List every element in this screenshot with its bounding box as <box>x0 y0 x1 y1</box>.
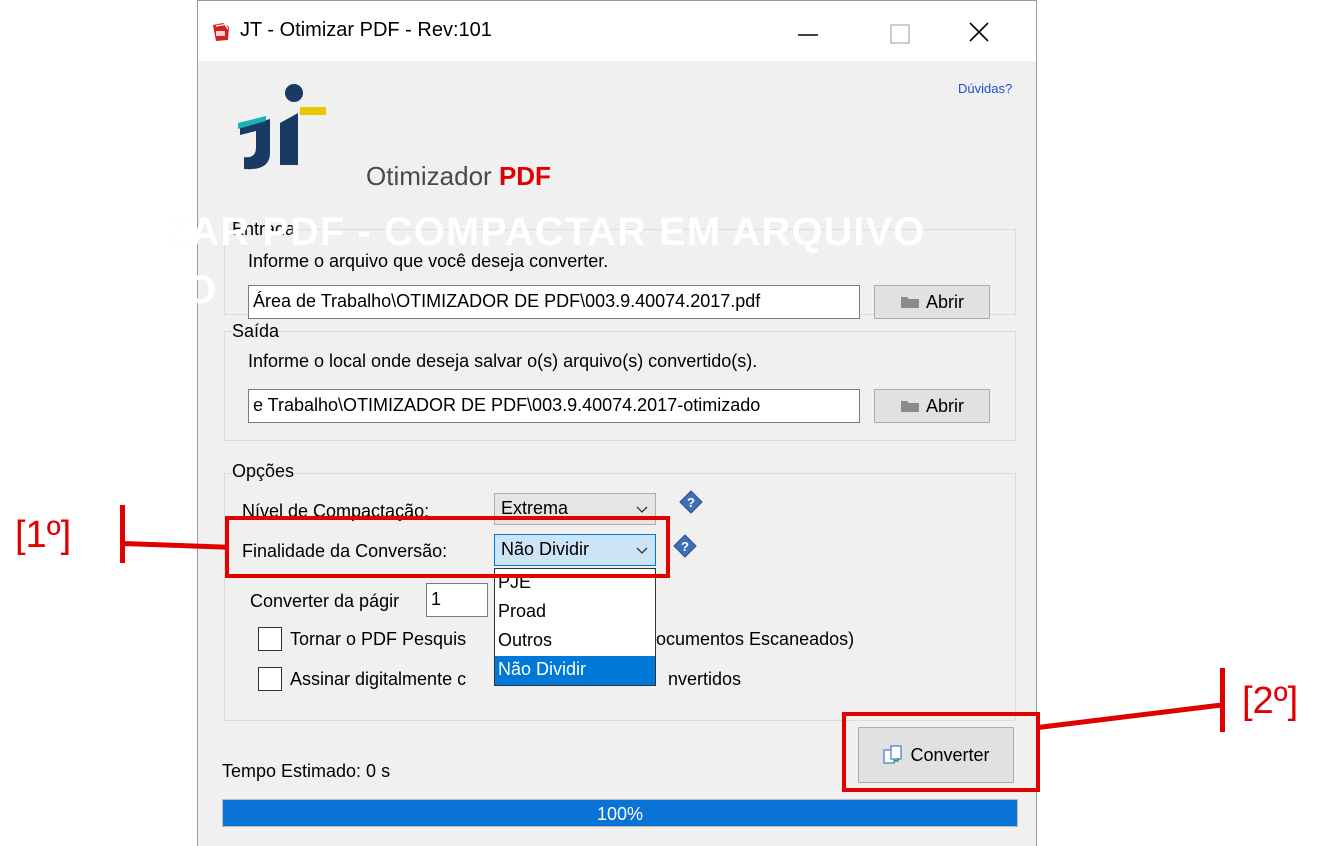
entrada-path-input[interactable]: Área de Trabalho\OTIMIZADOR DE PDF\003.9… <box>248 285 860 319</box>
annotation-box-step2 <box>842 712 1040 792</box>
progress-bar: 100% <box>222 799 1018 827</box>
assinar-checkbox[interactable] <box>258 667 282 691</box>
close-icon <box>969 22 989 42</box>
minimize-button[interactable] <box>782 9 834 53</box>
close-button[interactable] <box>952 9 1004 53</box>
pesquisavel-checkbox[interactable] <box>258 627 282 651</box>
brand-title: Otimizador PDF <box>366 161 551 191</box>
chevron-down-icon <box>636 506 648 513</box>
saida-open-button[interactable]: Abrir <box>874 389 990 423</box>
entrada-open-button[interactable]: Abrir <box>874 285 990 319</box>
dropdown-option-outros[interactable]: Outros <box>495 627 655 656</box>
pesquisavel-label-rest: ocumentos Escaneados) <box>656 629 855 649</box>
maximize-button[interactable] <box>874 9 926 53</box>
svg-text:?: ? <box>687 495 695 510</box>
annotation-tick-step1 <box>120 505 125 563</box>
folder-icon <box>900 401 919 412</box>
help-link[interactable]: Dúvidas? <box>958 81 1012 96</box>
overlay-heading-line2: O <box>185 268 217 312</box>
jt-logo <box>238 84 326 170</box>
overlay-heading: ZAR PDF - COMPACTAR EM ARQUIVO <box>165 210 926 254</box>
annotation-label-step1: [1º] <box>15 514 72 556</box>
dropdown-option-proad[interactable]: Proad <box>495 598 655 627</box>
help-icon[interactable]: ? <box>678 489 704 515</box>
annotation-tick-step2 <box>1220 668 1225 732</box>
window-title: JT - Otimizar PDF - Rev:101 <box>240 19 492 41</box>
estimated-time-label: Tempo Estimado: 0 s <box>222 761 391 781</box>
saida-legend: Saída <box>232 321 280 342</box>
assinar-label-rest: nvertidos <box>668 669 742 689</box>
annotation-label-step2: [2º] <box>1242 680 1299 722</box>
pdf-app-icon <box>213 23 229 41</box>
folder-icon <box>900 297 919 308</box>
saida-path-input[interactable]: e Trabalho\OTIMIZADOR DE PDF\003.9.40074… <box>248 389 860 423</box>
title-bar: JT - Otimizar PDF - Rev:101 <box>198 1 1036 61</box>
svg-text:?: ? <box>681 539 689 554</box>
minimize-icon <box>798 34 818 36</box>
annotation-line-step2 <box>1037 702 1223 730</box>
progress-text: 100% <box>596 804 644 824</box>
assinar-label: Assinar digitalmente c <box>290 669 467 689</box>
converter-pagina-input[interactable]: 1 <box>426 583 488 617</box>
finalidade-dropdown-list: PJE Proad Outros Não Dividir <box>494 568 656 686</box>
converter-pagina-label: Converter da págir <box>250 591 400 611</box>
pesquisavel-label: Tornar o PDF Pesquis <box>290 629 467 649</box>
maximize-icon <box>890 24 910 44</box>
help-icon[interactable]: ? <box>672 533 698 559</box>
annotation-box-step1 <box>225 516 670 578</box>
saida-hint: Informe o local onde deseja salvar o(s) … <box>248 351 758 371</box>
dropdown-option-nao-dividir[interactable]: Não Dividir <box>495 656 655 685</box>
saida-group <box>224 331 1016 441</box>
opcoes-legend: Opções <box>232 461 295 482</box>
